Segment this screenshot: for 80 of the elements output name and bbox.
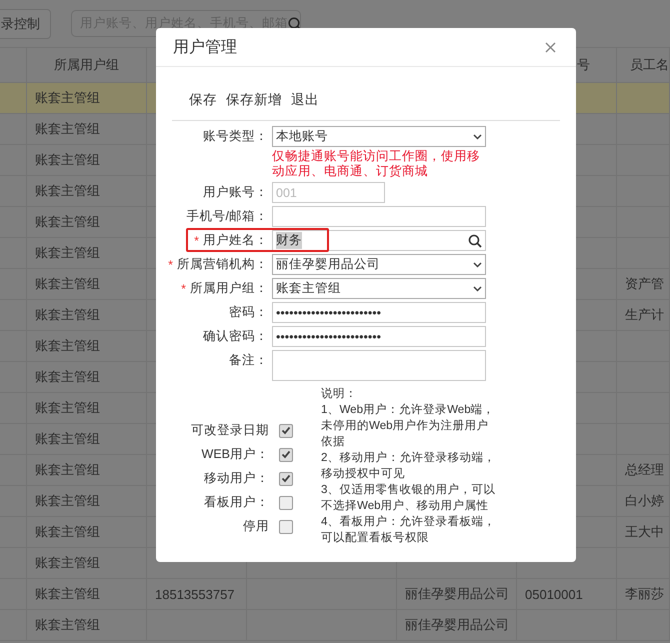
close-icon[interactable] [545, 42, 556, 52]
checkbox-label: 可改登录日期 [191, 422, 269, 439]
input-field[interactable]: 财务 [272, 230, 486, 251]
input-field[interactable]: 丽佳孕婴用品公司 [272, 254, 486, 275]
field-label: 账号类型： [203, 128, 268, 145]
field-label: 确认密码： [203, 328, 268, 345]
table-cell: 账套主管组 [35, 306, 100, 324]
required-mark: * [194, 234, 199, 248]
table-cell: 账套主管组 [35, 616, 100, 634]
checkbox[interactable] [279, 496, 293, 510]
required-mark: * [181, 282, 186, 296]
table-cell: 账套主管组 [35, 89, 100, 107]
field-label: 用户账号： [203, 184, 268, 201]
column-header: 员工名 [630, 56, 669, 74]
chevron-icon [473, 134, 482, 140]
table-cell: 账套主管组 [35, 461, 100, 479]
table-cell: 账套主管组 [35, 492, 100, 510]
checkbox[interactable] [279, 520, 293, 534]
table-cell: 账套主管组 [35, 337, 100, 355]
toolbar-link[interactable]: 退出 [291, 91, 319, 109]
input-field[interactable] [272, 206, 486, 227]
table-cell: 账套主管组 [35, 430, 100, 448]
input-field[interactable]: •••••••••••••••••••••••• [272, 302, 486, 323]
checkbox-label: 看板用户： [204, 494, 269, 511]
table-cell: 白小婷 [625, 492, 664, 510]
toolbar-link[interactable]: 保存 [189, 91, 217, 109]
column-header: 所属用户组 [54, 56, 119, 74]
table-cell: 05010001 [525, 586, 583, 602]
table-cell: 丽佳孕婴用品公司 [405, 585, 509, 603]
field-label: 所属用户组： [190, 280, 268, 297]
input-field[interactable] [272, 350, 486, 381]
table-cell: 账套主管组 [35, 151, 100, 169]
checkbox[interactable] [279, 424, 293, 438]
input-field[interactable]: •••••••••••••••••••••••• [272, 326, 486, 347]
table-cell: 丽佳孕婴用品公司 [405, 616, 509, 634]
field-label: 备注： [229, 352, 268, 369]
input-field[interactable]: 本地账号 [272, 126, 486, 147]
table-cell: 账套主管组 [35, 399, 100, 417]
table-cell: 账套主管组 [35, 182, 100, 200]
table-cell: 账套主管组 [35, 213, 100, 231]
search-icon [288, 16, 302, 30]
table-row[interactable]: 账套主管组 18513553757 丽佳孕婴用品公司 05010001 李丽莎 [0, 579, 670, 610]
table-cell: 账套主管组 [35, 585, 100, 603]
checkbox-label: 停用 [243, 518, 269, 535]
table-cell: 18513553757 [155, 586, 235, 602]
table-cell: 资产管 [625, 275, 664, 293]
login-control-button[interactable]: 录控制 [0, 8, 51, 38]
search-icon[interactable] [468, 234, 482, 248]
table-cell: 账套主管组 [35, 275, 100, 293]
warning-text: 仅畅捷通账号能访问工作圈，使用移动应用、电商通、订货商城 [272, 149, 481, 179]
field-label: 所属营销机构： [177, 256, 268, 273]
note-text: 4、看板用户：允许登录看板端，可以配置看板号权限 [321, 514, 496, 546]
table-row[interactable]: 账套主管组 丽佳孕婴用品公司 [0, 610, 670, 641]
field-label: 手机号/邮箱： [186, 208, 268, 225]
checkbox[interactable] [279, 472, 293, 486]
toolbar-link[interactable]: 保存新增 [226, 91, 282, 109]
table-cell: 账套主管组 [35, 120, 100, 138]
input-field[interactable]: 账套主管组 [272, 278, 486, 299]
table-cell: 账套主管组 [35, 244, 100, 262]
table-cell: 账套主管组 [35, 554, 100, 572]
note-text: 3、仅适用零售收银的用户，可以不选择Web用户、移动用户属性 [321, 482, 496, 514]
note-text: 1、Web用户：允许登录Web端，未停用的Web用户作为注册用户依据 [321, 402, 496, 450]
note-text: 2、移动用户：允许登录移动端，移动授权中可见 [321, 450, 496, 482]
table-cell: 账套主管组 [35, 523, 100, 541]
table-cell: 李丽莎 [625, 585, 664, 603]
chevron-icon [473, 286, 482, 292]
table-cell: 生产计 [625, 306, 664, 324]
table-cell: 总经理 [625, 461, 664, 479]
checkbox-label: 移动用户： [204, 470, 269, 487]
note-text: 说明： [321, 386, 358, 402]
required-mark: * [168, 258, 173, 272]
field-label: 用户姓名： [203, 232, 268, 249]
chevron-icon [473, 262, 482, 268]
checkbox-label: WEB用户： [202, 446, 269, 463]
field-label: 密码： [229, 304, 268, 321]
dialog-title: 用户管理 [173, 38, 237, 58]
table-cell: 账套主管组 [35, 368, 100, 386]
checkbox[interactable] [279, 448, 293, 462]
table-cell: 王大中 [625, 523, 664, 541]
column-header: 号 [577, 56, 590, 74]
